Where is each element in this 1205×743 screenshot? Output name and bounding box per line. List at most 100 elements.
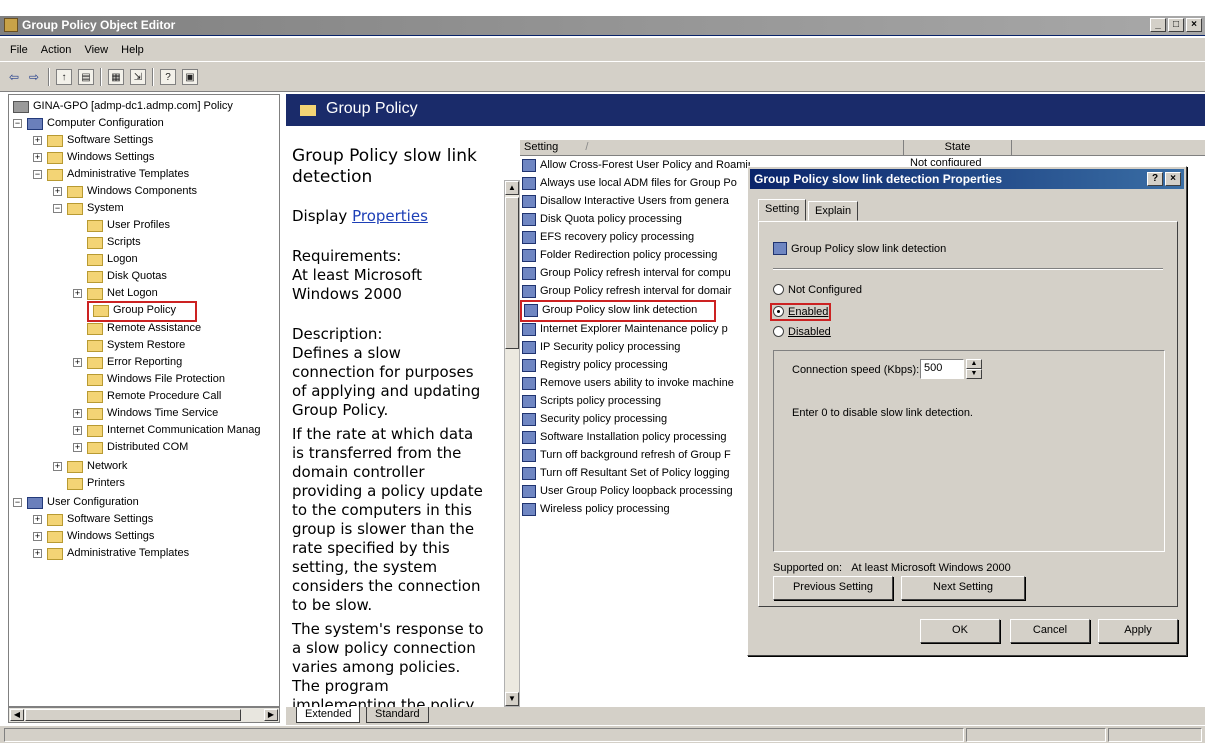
collapse-icon[interactable]: − <box>53 204 62 213</box>
folder-icon <box>87 442 103 454</box>
column-state[interactable]: State <box>904 140 1012 155</box>
expand-icon[interactable]: + <box>73 289 82 298</box>
menu-help[interactable]: Help <box>121 44 144 56</box>
scroll-down-icon[interactable]: ▼ <box>505 692 519 706</box>
help-icon[interactable]: ? <box>160 69 176 85</box>
list-header: Setting / State <box>520 140 1205 156</box>
menu-action[interactable]: Action <box>41 44 72 56</box>
properties-icon[interactable]: ▦ <box>108 69 124 85</box>
tree-group-policy[interactable]: Group Policy <box>87 301 197 322</box>
list-item[interactable]: IP Security policy processing <box>520 339 750 357</box>
expand-icon[interactable]: + <box>53 187 62 196</box>
apply-button[interactable]: Apply <box>1098 619 1178 643</box>
list-item[interactable]: Allow Cross-Forest User Policy and Roami… <box>520 157 750 175</box>
tab-setting[interactable]: Setting <box>758 199 807 221</box>
scroll-thumb[interactable] <box>25 709 241 721</box>
back-icon[interactable]: ⇦ <box>6 69 22 85</box>
folder-icon <box>87 271 103 283</box>
list-item[interactable]: Group Policy refresh interval for domair <box>520 283 750 301</box>
dialog-title-bar[interactable]: Group Policy slow link detection Propert… <box>750 169 1184 189</box>
radio-button[interactable] <box>773 326 784 337</box>
list-item-selected[interactable]: Group Policy slow link detection <box>520 300 716 322</box>
properties-link[interactable]: Properties <box>352 207 428 225</box>
scroll-thumb[interactable] <box>505 197 519 349</box>
next-setting-button[interactable]: Next Setting <box>901 576 1025 600</box>
list-item[interactable]: Software Installation policy processing <box>520 429 750 447</box>
expand-icon[interactable]: + <box>73 426 82 435</box>
tab-standard[interactable]: Standard <box>366 707 429 723</box>
list-item[interactable]: Registry policy processing <box>520 357 750 375</box>
tab-extended[interactable]: Extended <box>296 707 361 723</box>
list-item[interactable]: Internet Explorer Maintenance policy p <box>520 321 750 339</box>
user-icon <box>27 497 43 509</box>
up-level-icon[interactable]: ↑ <box>56 69 72 85</box>
radio-not-configured[interactable]: Not Configured <box>773 284 862 296</box>
radio-button[interactable] <box>773 284 784 295</box>
menu-view[interactable]: View <box>84 44 108 56</box>
expand-icon[interactable]: + <box>73 358 82 367</box>
connection-speed-stepper[interactable]: ▲ ▼ <box>966 359 982 379</box>
menu-file[interactable]: File <box>10 44 28 56</box>
list-item[interactable]: Wireless policy processing <box>520 501 750 519</box>
expand-icon[interactable]: + <box>53 462 62 471</box>
tab-explain[interactable]: Explain <box>808 201 859 221</box>
policy-setting-icon <box>522 467 536 480</box>
list-item[interactable]: EFS recovery policy processing <box>520 229 750 247</box>
spin-up-icon[interactable]: ▲ <box>966 359 982 369</box>
expand-icon[interactable]: + <box>33 515 42 524</box>
cancel-button[interactable]: Cancel <box>1010 619 1090 643</box>
list-item[interactable]: Disk Quota policy processing <box>520 211 750 229</box>
radio-disabled[interactable]: Disabled <box>773 326 831 338</box>
list-item[interactable]: User Group Policy loopback processing <box>520 483 750 501</box>
show-hide-tree-icon[interactable]: ▤ <box>78 69 94 85</box>
folder-icon <box>67 461 83 473</box>
scroll-right-icon[interactable]: ▶ <box>264 709 278 721</box>
list-item[interactable]: Turn off Resultant Set of Policy logging <box>520 465 750 483</box>
console-icon[interactable]: ▣ <box>182 69 198 85</box>
tree-horizontal-scrollbar[interactable]: ◀ ▶ <box>8 707 280 723</box>
expand-icon[interactable]: + <box>73 443 82 452</box>
window-title: Group Policy Object Editor <box>22 18 176 32</box>
policy-setting-icon <box>522 359 536 372</box>
minimize-button[interactable]: _ <box>1150 18 1166 32</box>
requirements-label: Requirements: <box>292 247 402 265</box>
list-item[interactable]: Scripts policy processing <box>520 393 750 411</box>
list-item[interactable]: Group Policy refresh interval for compu <box>520 265 750 283</box>
collapse-icon[interactable]: − <box>13 119 22 128</box>
dialog-panel: Group Policy slow link detection Not Con… <box>758 221 1178 607</box>
column-setting[interactable]: Setting / <box>520 140 904 155</box>
collapse-icon[interactable]: − <box>13 498 22 507</box>
dialog-close-button[interactable]: × <box>1165 172 1181 186</box>
scroll-left-icon[interactable]: ◀ <box>10 709 24 721</box>
expand-icon[interactable]: + <box>33 153 42 162</box>
connection-speed-input[interactable]: 500 <box>920 359 964 379</box>
folder-icon <box>87 340 103 352</box>
help-button[interactable]: ? <box>1147 172 1163 186</box>
list-item[interactable]: Turn off background refresh of Group F <box>520 447 750 465</box>
export-icon[interactable]: ⇲ <box>130 69 146 85</box>
list-item[interactable]: Security policy processing <box>520 411 750 429</box>
radio-button-selected[interactable] <box>773 306 784 317</box>
app-icon <box>4 18 18 32</box>
expand-icon[interactable]: + <box>73 409 82 418</box>
list-item[interactable]: Always use local ADM files for Group Po <box>520 175 750 193</box>
description-paragraph-1: Defines a slow connection for purposes o… <box>292 344 481 419</box>
previous-setting-button[interactable]: Previous Setting <box>773 576 893 600</box>
list-item[interactable]: Folder Redirection policy processing <box>520 247 750 265</box>
list-item[interactable]: Remove users ability to invoke machine <box>520 375 750 393</box>
collapse-icon[interactable]: − <box>33 170 42 179</box>
close-button[interactable]: × <box>1186 18 1202 32</box>
requirements-value: At least Microsoft Windows 2000 <box>292 266 422 303</box>
expand-icon[interactable]: + <box>33 532 42 541</box>
ok-button[interactable]: OK <box>920 619 1000 643</box>
spin-down-icon[interactable]: ▼ <box>966 369 982 379</box>
expand-icon[interactable]: + <box>33 549 42 558</box>
forward-icon[interactable]: ⇨ <box>26 69 42 85</box>
list-item[interactable]: Disallow Interactive Users from genera <box>520 193 750 211</box>
maximize-button[interactable]: □ <box>1168 18 1184 32</box>
tree-pane: GINA-GPO [admp-dc1.admp.com] Policy − Co… <box>8 94 280 707</box>
description-scrollbar[interactable]: ▲ ▼ <box>504 180 520 707</box>
scroll-up-icon[interactable]: ▲ <box>505 181 519 195</box>
radio-enabled[interactable]: Enabled <box>769 303 832 321</box>
expand-icon[interactable]: + <box>33 136 42 145</box>
